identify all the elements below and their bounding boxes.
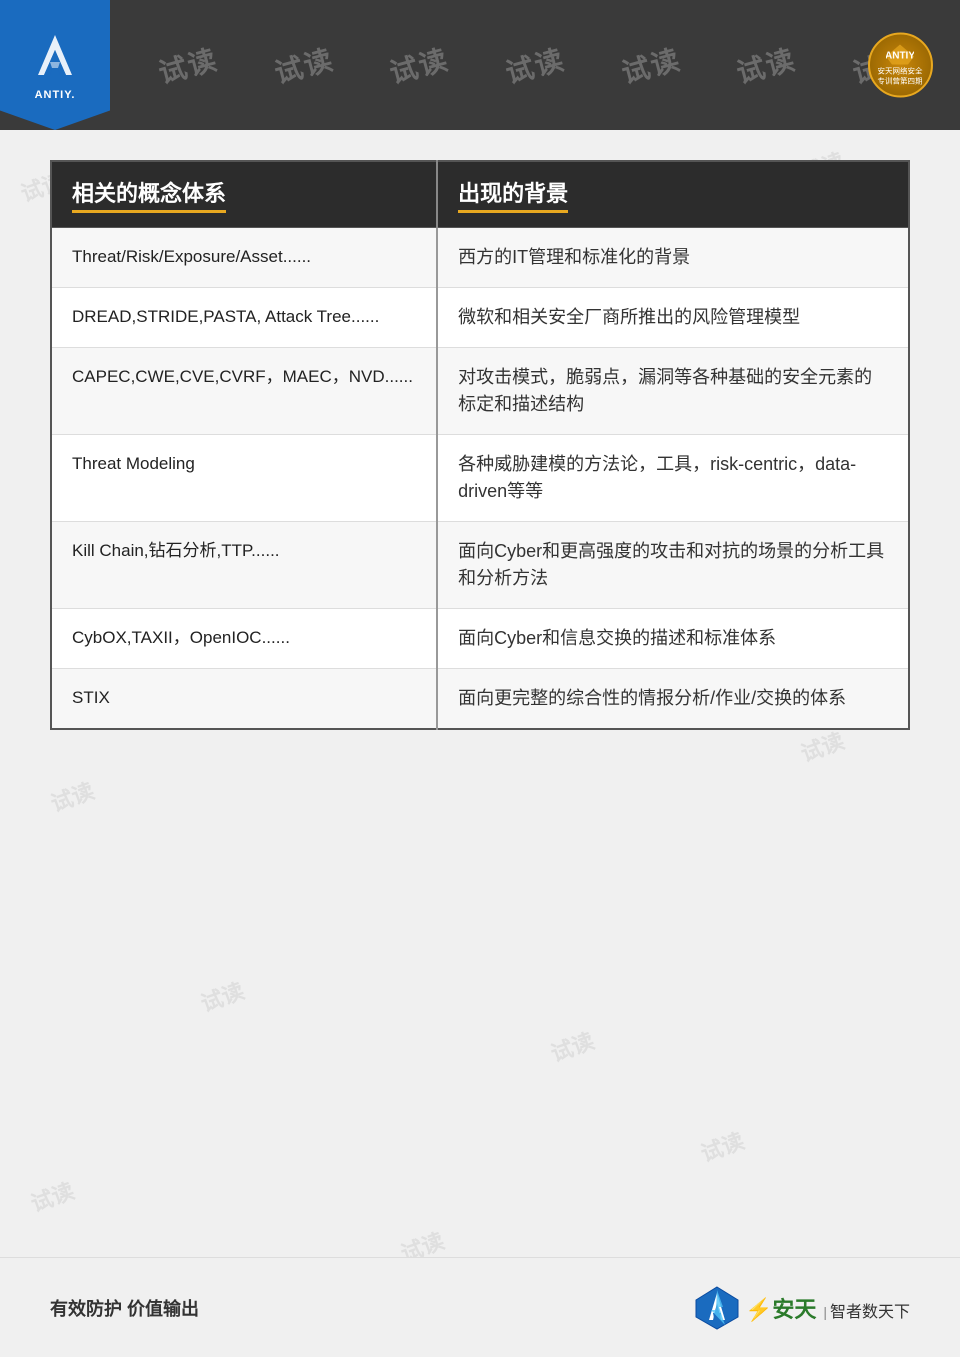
header: ANTIY. 试读 试读 试读 试读 试读 试读 试读 ANTIY 安天网络安全… (0, 0, 960, 130)
header-wm-5: 试读 (617, 38, 685, 92)
badge-circle: ANTIY 安天网络安全专训营第四期 (868, 33, 933, 98)
table-cell-left: CybOX,TAXII，OpenIOC...... (51, 609, 437, 669)
logo-text: ANTIY. (35, 89, 76, 101)
col-right-header-text: 出现的背景 (458, 176, 568, 213)
table-cell-left: CAPEC,CWE,CVE,CVRF，MAEC，NVD...... (51, 348, 437, 435)
header-wm-3: 试读 (385, 38, 453, 92)
table-row: Threat/Risk/Exposure/Asset......西方的IT管理和… (51, 228, 909, 288)
badge-text: ANTIY (886, 44, 914, 66)
footer-logo-texts: ⚡安天 | 智者数天下 (745, 1292, 910, 1324)
table-row: Kill Chain,钻石分析,TTP......面向Cyber和更高强度的攻击… (51, 522, 909, 609)
table-cell-right: 面向Cyber和更高强度的攻击和对抗的场景的分析工具和分析方法 (437, 522, 909, 609)
footer: 有效防护 价值输出 ⚡安天 | 智者数天下 (0, 1257, 960, 1357)
table-cell-left: Kill Chain,钻石分析,TTP...... (51, 522, 437, 609)
footer-logo-brand: ⚡安天 (745, 1292, 816, 1324)
table-cell-right: 各种威胁建模的方法论，工具，risk-centric，data-driven等等 (437, 435, 909, 522)
header-wm-1: 试读 (154, 38, 222, 92)
col-right-header: 出现的背景 (437, 161, 909, 228)
table-header-row: 相关的概念体系 出现的背景 (51, 161, 909, 228)
table-cell-left: Threat/Risk/Exposure/Asset...... (51, 228, 437, 288)
table-row: CAPEC,CWE,CVE,CVRF，MAEC，NVD......对攻击模式，脆… (51, 348, 909, 435)
table-row: STIX面向更完整的综合性的情报分析/作业/交换的体系 (51, 669, 909, 730)
logo-block: ANTIY. (0, 0, 110, 130)
table-row: Threat Modeling各种威胁建模的方法论，工具，risk-centri… (51, 435, 909, 522)
footer-logo-sub: 智者数天下 (830, 1298, 910, 1322)
table-cell-right: 微软和相关安全厂商所推出的风险管理模型 (437, 288, 909, 348)
table-cell-left: Threat Modeling (51, 435, 437, 522)
table-row: DREAD,STRIDE,PASTA, Attack Tree......微软和… (51, 288, 909, 348)
badge-label: 安天网络安全专训营第四期 (878, 66, 923, 86)
table-cell-left: DREAD,STRIDE,PASTA, Attack Tree...... (51, 288, 437, 348)
footer-logo: ⚡安天 | 智者数天下 (695, 1285, 910, 1330)
logo-icon (28, 30, 83, 85)
header-watermarks: 试读 试读 试读 试读 试读 试读 试读 (110, 0, 960, 130)
footer-logo-icon (695, 1285, 740, 1330)
table-cell-right: 面向更完整的综合性的情报分析/作业/交换的体系 (437, 669, 909, 730)
svg-text:ANTIY: ANTIY (886, 50, 914, 61)
col-left-header-text: 相关的概念体系 (72, 176, 226, 213)
main-table: 相关的概念体系 出现的背景 Threat/Risk/Exposure/Asset… (50, 160, 910, 730)
table-cell-right: 面向Cyber和信息交换的描述和标准体系 (437, 609, 909, 669)
table-cell-left: STIX (51, 669, 437, 730)
header-wm-6: 试读 (732, 38, 800, 92)
header-wm-4: 试读 (501, 38, 569, 92)
header-badge: ANTIY 安天网络安全专训营第四期 (855, 28, 945, 103)
footer-logo-separator: | (823, 1304, 827, 1320)
table-cell-right: 对攻击模式，脆弱点，漏洞等各种基础的安全元素的标定和描述结构 (437, 348, 909, 435)
table-row: CybOX,TAXII，OpenIOC......面向Cyber和信息交换的描述… (51, 609, 909, 669)
col-left-header: 相关的概念体系 (51, 161, 437, 228)
table-cell-right: 西方的IT管理和标准化的背景 (437, 228, 909, 288)
header-wm-2: 试读 (269, 38, 337, 92)
main-content: 相关的概念体系 出现的背景 Threat/Risk/Exposure/Asset… (50, 160, 910, 1237)
footer-tagline: 有效防护 价值输出 (50, 1295, 199, 1321)
